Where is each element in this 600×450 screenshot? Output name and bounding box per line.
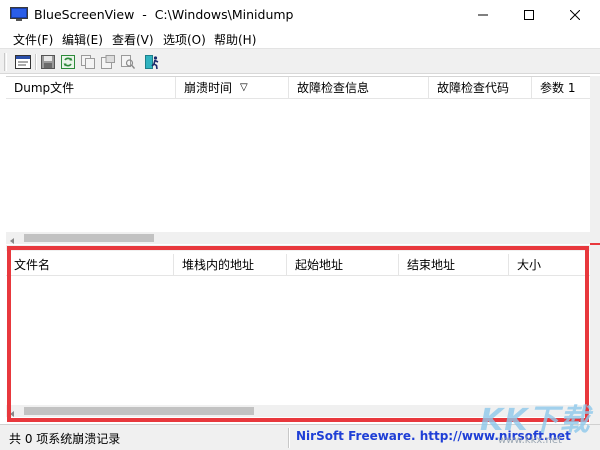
status-separator <box>288 428 290 448</box>
toolbar-separator <box>35 54 37 70</box>
column-header-size[interactable]: 大小 <box>509 254 590 276</box>
module-list-header: 文件名 堆栈内的地址 起始地址 结束地址 大小 <box>6 254 590 276</box>
site-watermark: KK下载 www.kkx.net <box>480 395 598 449</box>
menu-file[interactable]: 文件(F) <box>13 31 53 48</box>
menu-view[interactable]: 查看(V) <box>112 31 154 48</box>
column-header-to-address[interactable]: 结束地址 <box>399 254 509 276</box>
exit-icon[interactable] <box>143 53 161 71</box>
properties-icon[interactable] <box>14 53 32 71</box>
menu-options[interactable]: 选项(O) <box>163 31 206 48</box>
scrollbar-thumb[interactable] <box>24 407 254 415</box>
crash-list-hscrollbar[interactable] <box>6 232 590 244</box>
scrollbar-thumb[interactable] <box>24 234 154 242</box>
crash-list-pane[interactable]: Dump文件 崩溃时间 ▽ 故障检查信息 故障检查代码 参数 1 <box>6 76 590 245</box>
copy-icon[interactable] <box>79 53 97 71</box>
column-header-bugcheck-string[interactable]: 故障检查信息 <box>289 77 429 99</box>
window-title: BlueScreenView - C:\Windows\Minidump <box>34 7 294 22</box>
find-icon[interactable] <box>119 53 137 71</box>
close-button[interactable] <box>552 0 598 30</box>
column-label: 故障检查信息 <box>297 81 370 95</box>
refresh-icon[interactable] <box>59 53 77 71</box>
scroll-left-icon[interactable] <box>8 407 16 419</box>
menu-help[interactable]: 帮助(H) <box>214 31 256 48</box>
column-header-dump-file[interactable]: Dump文件 <box>6 77 176 99</box>
column-label: 大小 <box>517 258 542 272</box>
watermark-logo: KK下载 <box>480 403 591 438</box>
column-label: 参数 1 <box>540 81 576 95</box>
column-label: 结束地址 <box>407 258 456 272</box>
toolbar <box>0 48 600 74</box>
menu-bar: 文件(F) 编辑(E) 查看(V) 选项(O) 帮助(H) <box>0 30 600 48</box>
maximize-button[interactable] <box>506 0 552 30</box>
watermark-url: www.kkx.net <box>498 435 562 446</box>
column-header-filename[interactable]: 文件名 <box>6 254 174 276</box>
window-right-edge <box>590 76 600 424</box>
module-list-pane[interactable]: 文件名 堆栈内的地址 起始地址 结束地址 大小 <box>6 251 590 419</box>
toolbar-grip[interactable] <box>4 53 7 71</box>
column-header-parameter-1[interactable]: 参数 1 <box>532 77 590 99</box>
minimize-button[interactable] <box>460 0 506 30</box>
title-bar: BlueScreenView - C:\Windows\Minidump <box>0 0 600 30</box>
column-header-from-address[interactable]: 起始地址 <box>287 254 399 276</box>
column-label: 起始地址 <box>295 258 344 272</box>
column-label: 故障检查代码 <box>437 81 510 95</box>
column-label: 崩溃时间 <box>184 81 233 95</box>
bluescreen-app-icon <box>10 7 28 22</box>
column-label: 堆栈内的地址 <box>182 258 255 272</box>
column-header-crash-time[interactable]: 崩溃时间 ▽ <box>176 77 289 99</box>
html-report-icon[interactable] <box>99 53 117 71</box>
highlight-edge-line <box>590 243 600 245</box>
sort-descending-icon: ▽ <box>240 82 248 93</box>
scroll-left-icon[interactable] <box>8 234 16 245</box>
crash-list-header: Dump文件 崩溃时间 ▽ 故障检查信息 故障检查代码 参数 1 <box>6 77 590 99</box>
column-header-address-in-stack[interactable]: 堆栈内的地址 <box>174 254 287 276</box>
column-label: Dump文件 <box>14 81 75 95</box>
status-crash-count: 共 0 项系统崩溃记录 <box>9 432 121 446</box>
menu-edit[interactable]: 编辑(E) <box>62 31 103 48</box>
column-header-bugcheck-code[interactable]: 故障检查代码 <box>429 77 532 99</box>
save-icon[interactable] <box>39 53 57 71</box>
column-label: 文件名 <box>14 258 51 272</box>
